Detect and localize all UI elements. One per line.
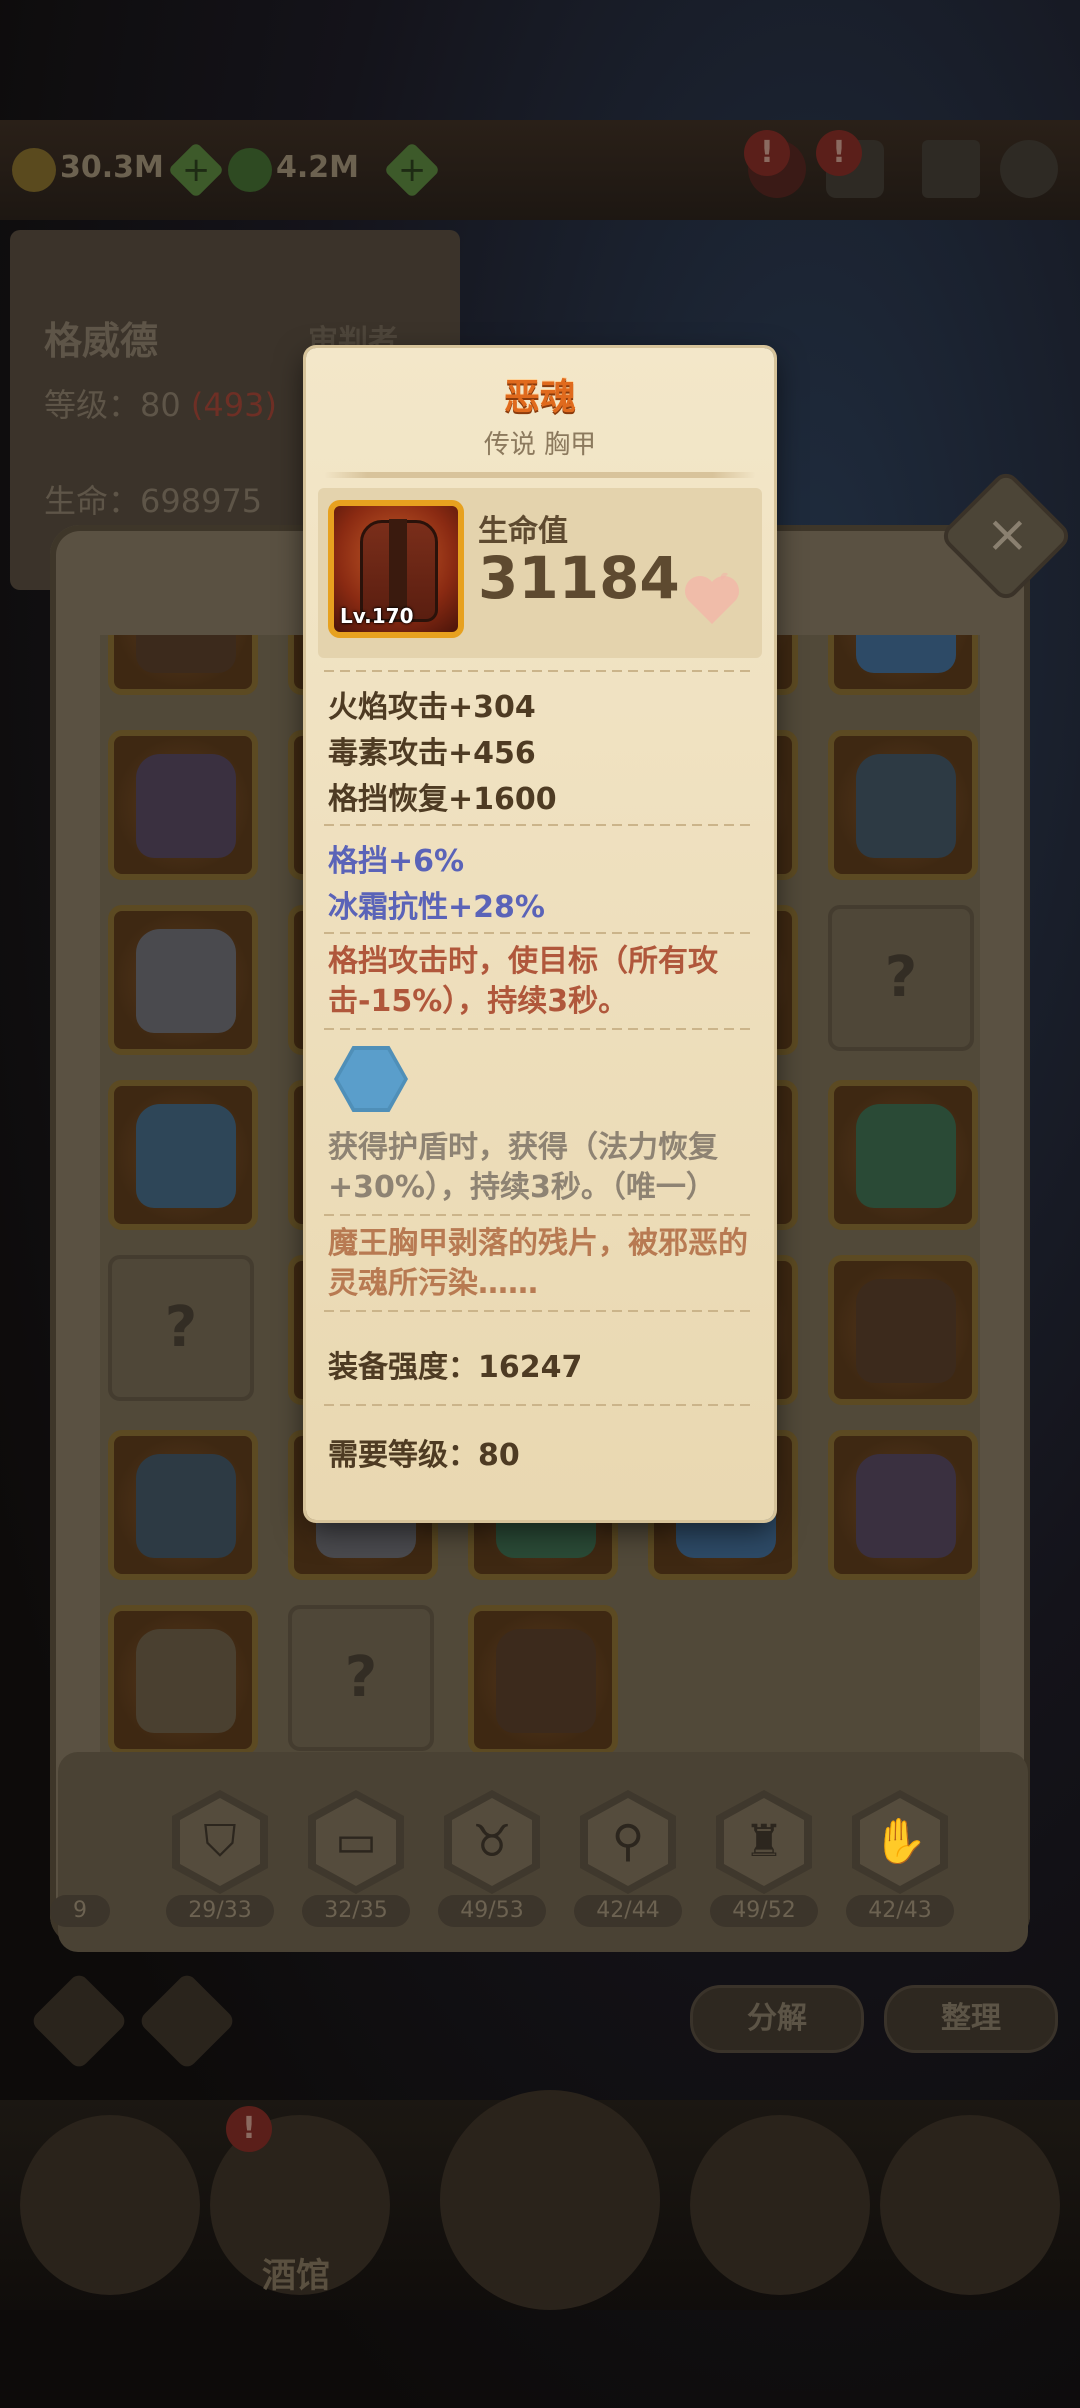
hero-level-label: 等级：80 <box>44 386 181 424</box>
divider <box>324 932 756 934</box>
hero-name: 格威德 <box>44 319 159 363</box>
divider <box>324 1214 756 1216</box>
category-tab-amulet[interactable]: ♉ <box>444 1790 540 1894</box>
armor-icon <box>136 635 236 673</box>
armor-icon <box>136 754 236 858</box>
amulet-icon: ♉ <box>472 1816 512 1867</box>
close-icon: × <box>985 504 1030 565</box>
ring-icon: ⚲ <box>611 1816 645 1867</box>
item-tooltip: 恶魂 传说 胸甲 Lv.170 生命值 31184 火焰攻击+304 毒素攻击+… <box>306 348 774 1520</box>
category-tab-ring[interactable]: ⚲ <box>580 1790 676 1894</box>
hero-hp: 生命：698975 <box>44 482 263 520</box>
inventory-slot[interactable] <box>108 905 258 1055</box>
armor-icon <box>856 1454 956 1558</box>
inventory-slot[interactable] <box>108 1605 258 1755</box>
empty-slot[interactable]: ? <box>288 1605 434 1751</box>
armor-icon <box>496 1629 596 1733</box>
category-tab-book[interactable]: ▭ <box>308 1790 404 1894</box>
disassemble-button[interactable]: 分解 <box>690 1985 864 2053</box>
nav-shop[interactable] <box>880 2115 1060 2295</box>
divider <box>324 1310 756 1312</box>
stat-fire-attack: 火焰攻击+304 <box>328 690 536 725</box>
category-count: 42/43 <box>846 1895 954 1927</box>
inventory-slot[interactable] <box>828 635 978 695</box>
shield-icon: ⛉ <box>203 1816 237 1867</box>
gem-socket-icon <box>334 1046 408 1112</box>
inventory-slot[interactable] <box>468 1605 618 1755</box>
hero-level-bonus: (493) <box>190 386 277 424</box>
category-count: 29/33 <box>166 1895 274 1927</box>
nav-tavern-label: 酒馆 <box>262 2256 330 2296</box>
armor-icon <box>856 1279 956 1383</box>
armor-icon <box>136 1104 236 1208</box>
mail-icon[interactable] <box>922 140 980 198</box>
settings-gear-icon[interactable] <box>1000 140 1058 198</box>
gem-amount: 4.2M <box>276 150 359 185</box>
category-count: 42/44 <box>574 1895 682 1927</box>
empty-slot[interactable]: ? <box>108 1255 254 1401</box>
inventory-slot[interactable] <box>108 1080 258 1230</box>
glove-icon: ✋ <box>872 1816 928 1867</box>
nav-guild[interactable] <box>690 2115 870 2295</box>
stat-block: 格挡+6% <box>328 844 465 879</box>
category-tab-armor[interactable]: ♜ <box>716 1790 812 1894</box>
inventory-slot[interactable] <box>108 730 258 880</box>
empty-slot[interactable]: ? <box>828 905 974 1051</box>
item-level: Lv.170 <box>340 604 414 628</box>
inventory-slot[interactable] <box>828 730 978 880</box>
hero-level: 等级：80 (493) <box>44 380 277 426</box>
alert-badge-icon: ! <box>816 130 862 176</box>
category-tab-glove[interactable]: ✋ <box>852 1790 948 1894</box>
stat-poison-attack: 毒素攻击+456 <box>328 736 536 771</box>
item-rarity-type: 传说 胸甲 <box>483 430 597 460</box>
tavern-alert-icon: ! <box>226 2106 272 2152</box>
armor-icon <box>136 1454 236 1558</box>
category-tab-shield[interactable]: ⛉ <box>172 1790 268 1894</box>
socket-effect: 获得护盾时，获得（法力恢复+30%），持续3秒。（唯一） <box>328 1130 718 1205</box>
item-effect: 格挡攻击时，使目标（所有攻击-15%），持续3秒。 <box>328 944 718 1019</box>
divider <box>324 1404 756 1406</box>
armor-icon: ♜ <box>744 1816 784 1867</box>
divider <box>324 824 756 826</box>
category-count: 49/53 <box>438 1895 546 1927</box>
nav-home[interactable] <box>20 2115 200 2295</box>
stat-block-recovery: 格挡恢复+1600 <box>328 782 557 817</box>
hp-value: 31184 <box>478 544 680 612</box>
armor-icon <box>856 635 956 673</box>
book-icon: ▭ <box>335 1816 377 1867</box>
inventory-slot[interactable] <box>828 1080 978 1230</box>
stat-frost-resist: 冰霜抗性+28% <box>328 890 545 925</box>
heart-icon <box>685 572 739 624</box>
item-name: 恶魂 <box>503 377 576 418</box>
divider <box>324 472 756 478</box>
required-level: 需要等级：80 <box>328 1438 520 1473</box>
inventory-slot[interactable] <box>108 1430 258 1580</box>
armor-icon <box>136 1629 236 1733</box>
item-icon: Lv.170 <box>328 500 464 638</box>
armor-icon <box>856 1104 956 1208</box>
inventory-slot[interactable] <box>108 635 258 695</box>
divider <box>324 1028 756 1030</box>
inventory-slot[interactable] <box>828 1255 978 1405</box>
gold-coin-icon <box>12 148 56 192</box>
category-count-partial: 9 <box>50 1895 110 1927</box>
category-count: 32/35 <box>302 1895 410 1927</box>
leaf-gem-icon <box>228 148 272 192</box>
armor-icon <box>856 754 956 858</box>
item-lore: 魔王胸甲剥落的残片，被邪恶的灵魂所污染…… <box>328 1226 748 1301</box>
sort-button[interactable]: 整理 <box>884 1985 1058 2053</box>
category-count: 49/52 <box>710 1895 818 1927</box>
alert-badge-icon: ! <box>744 130 790 176</box>
gear-power: 装备强度：16247 <box>328 1350 583 1385</box>
divider <box>324 670 756 672</box>
inventory-slot[interactable] <box>828 1430 978 1580</box>
armor-icon <box>136 929 236 1033</box>
nav-battle[interactable] <box>440 2090 660 2310</box>
gold-amount: 30.3M <box>60 150 164 185</box>
